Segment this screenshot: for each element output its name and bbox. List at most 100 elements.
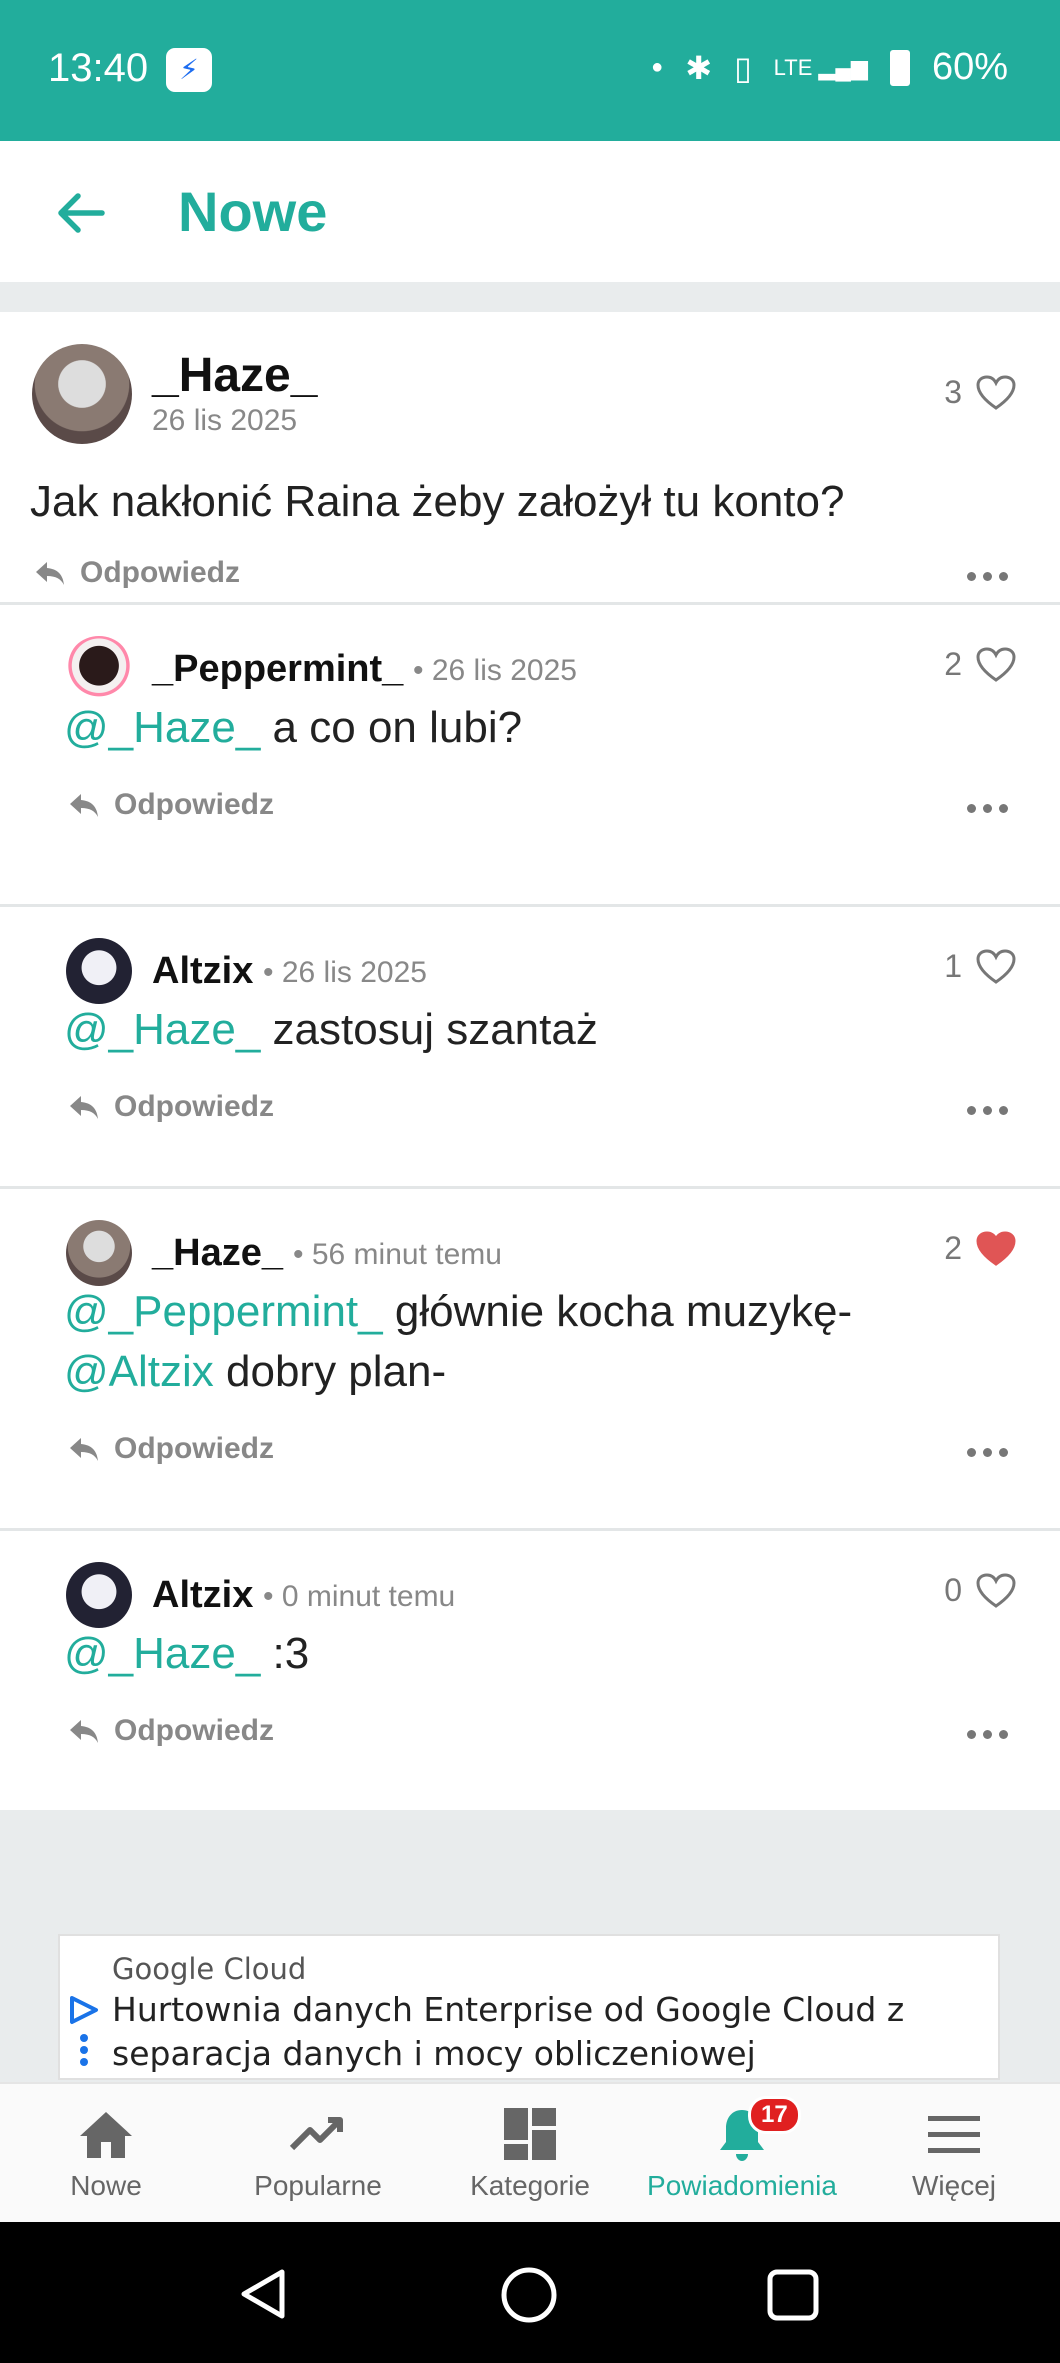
reply-body: @_Haze_ a co on lubi? bbox=[64, 698, 522, 758]
reply-post: Altzix • 26 lis 2025 1 @_Haze_ zastosuj … bbox=[0, 904, 1060, 1186]
nav-item-powiadomienia[interactable]: 17 Powiadomienia bbox=[636, 2084, 848, 2224]
ad-banner[interactable]: Google Cloud Hurtownia danych Enterprise… bbox=[58, 1934, 1000, 2080]
reply-line: @_Haze_ :3 bbox=[64, 1624, 309, 1684]
reply-icon bbox=[70, 1438, 98, 1461]
reply-label: Odpowiedz bbox=[80, 556, 240, 589]
grid-icon bbox=[504, 2108, 556, 2160]
back-triangle-icon[interactable] bbox=[236, 2266, 292, 2322]
mention-link[interactable]: @_Peppermint_ bbox=[64, 1287, 383, 1336]
like-button[interactable]: 3 bbox=[944, 374, 1016, 411]
reply-date: • 56 minut temu bbox=[293, 1238, 502, 1271]
avatar[interactable] bbox=[66, 636, 132, 702]
signal-icon: LTE ▂▄▆ bbox=[773, 54, 868, 80]
bluetooth-icon: ✱ bbox=[685, 49, 713, 86]
empty-space bbox=[0, 1810, 1060, 1930]
reply-text: głównie kocha muzykę- bbox=[382, 1287, 853, 1336]
trending-icon bbox=[289, 2117, 343, 2151]
reply-author[interactable]: Altzix bbox=[152, 950, 253, 993]
like-button[interactable]: 0 bbox=[944, 1572, 1016, 1609]
system-navigation-bar bbox=[0, 2222, 1060, 2363]
top-bar: Nowe bbox=[0, 141, 1060, 282]
reply-line: @_Haze_ a co on lubi? bbox=[64, 698, 522, 758]
like-count: 2 bbox=[944, 1230, 962, 1266]
avatar[interactable] bbox=[66, 938, 132, 1004]
more-options-icon[interactable] bbox=[967, 1106, 1008, 1115]
reply-author[interactable]: _Haze_ bbox=[152, 1232, 283, 1275]
reply-label: Odpowiedz bbox=[114, 1714, 274, 1747]
nav-item-wiecej[interactable]: Więcej bbox=[848, 2084, 1060, 2224]
mention-link[interactable]: @_Haze_ bbox=[64, 703, 260, 752]
reply-icon bbox=[36, 562, 64, 585]
divider bbox=[0, 1528, 1060, 1531]
reply-date: • 26 lis 2025 bbox=[263, 956, 427, 989]
heart-icon bbox=[976, 374, 1016, 410]
like-count: 3 bbox=[944, 374, 962, 410]
more-options-icon[interactable] bbox=[967, 1730, 1008, 1739]
ad-brand: Google Cloud bbox=[112, 1952, 307, 1986]
reply-body: @_Haze_ :3 bbox=[64, 1624, 309, 1684]
more-options-icon[interactable] bbox=[967, 1448, 1008, 1457]
reply-icon bbox=[70, 794, 98, 817]
post-author[interactable]: _Haze_ bbox=[152, 348, 317, 403]
more-options-icon[interactable] bbox=[967, 804, 1008, 813]
reply-text: :3 bbox=[260, 1629, 310, 1678]
home-icon bbox=[80, 2112, 132, 2158]
avatar[interactable] bbox=[66, 1562, 132, 1628]
reply-button[interactable]: Odpowiedz bbox=[68, 1090, 274, 1124]
like-count: 1 bbox=[944, 948, 962, 984]
page-title: Nowe bbox=[178, 180, 328, 243]
reply-line: @_Haze_ zastosuj szantaż bbox=[64, 1000, 598, 1060]
reply-line: @_Peppermint_ głównie kocha muzykę- bbox=[64, 1282, 852, 1342]
battery-icon bbox=[889, 49, 910, 86]
status-icons: ● ✱ ▯ LTE ▂▄▆ 60% bbox=[651, 46, 1008, 89]
reply-button[interactable]: Odpowiedz bbox=[34, 556, 240, 590]
mention-link[interactable]: @_Haze_ bbox=[64, 1005, 260, 1054]
reply-author[interactable]: _Peppermint_ bbox=[152, 648, 403, 691]
avatar[interactable] bbox=[32, 344, 132, 444]
heart-icon bbox=[976, 1572, 1016, 1608]
reply-post: _Haze_ • 56 minut temu 2 @_Peppermint_ g… bbox=[0, 1186, 1060, 1528]
nav-item-popularne[interactable]: Popularne bbox=[212, 2084, 424, 2224]
reply-post: _Peppermint_ • 26 lis 2025 2 @_Haze_ a c… bbox=[0, 602, 1060, 904]
notification-badge: 17 bbox=[748, 2096, 801, 2134]
ad-line: Hurtownia danych Enterprise od Google Cl… bbox=[112, 1990, 905, 2029]
status-time: 13:40 bbox=[48, 46, 149, 90]
more-options-icon[interactable] bbox=[967, 572, 1008, 581]
like-button[interactable]: 1 bbox=[944, 948, 1016, 985]
mention-link[interactable]: @_Haze_ bbox=[64, 1629, 260, 1678]
ad-choices-icon bbox=[70, 1996, 98, 2066]
like-button[interactable]: 2 bbox=[944, 1230, 1016, 1267]
heart-icon bbox=[976, 1230, 1016, 1266]
reply-line: @Altzix dobry plan- bbox=[64, 1342, 852, 1402]
reply-icon bbox=[70, 1720, 98, 1743]
heart-icon bbox=[976, 646, 1016, 682]
reply-author[interactable]: Altzix bbox=[152, 1574, 253, 1617]
divider bbox=[0, 1186, 1060, 1189]
battery-percent: 60% bbox=[931, 46, 1008, 88]
like-count: 0 bbox=[944, 1572, 962, 1608]
reply-label: Odpowiedz bbox=[114, 1432, 274, 1465]
ad-line: separacja danych i mocy obliczeniowej bbox=[112, 2034, 756, 2073]
nav-label: Popularne bbox=[254, 2170, 382, 2201]
avatar[interactable] bbox=[66, 1220, 132, 1286]
reply-button[interactable]: Odpowiedz bbox=[68, 1432, 274, 1466]
nav-item-nowe[interactable]: Nowe bbox=[0, 2084, 212, 2224]
menu-icon bbox=[928, 2116, 980, 2153]
home-circle-icon[interactable] bbox=[500, 2266, 558, 2324]
nav-item-kategorie[interactable]: Kategorie bbox=[424, 2084, 636, 2224]
reply-date: • 0 minut temu bbox=[263, 1580, 456, 1613]
reply-button[interactable]: Odpowiedz bbox=[68, 1714, 274, 1748]
reply-body: @_Peppermint_ głównie kocha muzykę- @Altz… bbox=[64, 1282, 852, 1402]
vibrate-icon: ▯ bbox=[734, 49, 752, 86]
back-arrow-icon[interactable] bbox=[52, 183, 112, 243]
mention-link[interactable]: @Altzix bbox=[64, 1347, 214, 1396]
like-button[interactable]: 2 bbox=[944, 646, 1016, 683]
reply-date: • 26 lis 2025 bbox=[413, 654, 577, 687]
recents-square-icon[interactable] bbox=[766, 2268, 820, 2322]
reply-button[interactable]: Odpowiedz bbox=[68, 788, 274, 822]
like-count: 2 bbox=[944, 646, 962, 682]
main-post: _Haze_ 26 lis 2025 3 Jak nakłonić Raina … bbox=[0, 312, 1060, 602]
divider bbox=[0, 602, 1060, 605]
reply-text: zastosuj szantaż bbox=[260, 1005, 598, 1054]
post-date: 26 lis 2025 bbox=[152, 404, 298, 437]
